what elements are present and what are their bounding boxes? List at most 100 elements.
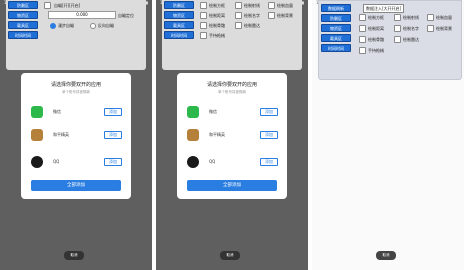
option-label: 绘制血量 bbox=[436, 15, 452, 20]
battery-icon: ▮ bbox=[301, 0, 304, 5]
app-name: 和平精英 bbox=[53, 132, 69, 137]
option-label: 绘制雷达 bbox=[244, 23, 260, 28]
checkbox[interactable] bbox=[359, 47, 366, 54]
dialog-subtitle: 单个账号将被隔离 bbox=[62, 90, 90, 94]
option-label: 手持枪械 bbox=[209, 33, 225, 38]
mod-menu-panel: 防删区 物资区 载具区 时间时间 绘制方框 绘制射线 绘制血量 绘制距离 绘制名… bbox=[162, 0, 302, 70]
wechat-icon bbox=[31, 106, 43, 118]
phone-screen-1: 1:42▾▮ 防删区 物资区 载具区 时间时间 自瞄[开][开启] 0.000 … bbox=[0, 0, 152, 270]
option-label: 数据注入[大开开启] bbox=[363, 4, 405, 13]
checkbox[interactable] bbox=[427, 14, 434, 21]
dialog-title: 请选择你要双开的应用 bbox=[50, 82, 101, 88]
dual-app-dialog: 请选择你要双开的应用 单个账号将被隔离 微信 添加 和平精英 添加 QQ 添加 全部添… bbox=[21, 73, 131, 199]
value-input[interactable]: 0.000 bbox=[48, 11, 116, 19]
option-label: 手持枪械 bbox=[368, 48, 384, 53]
option-label: 自瞄[开][开启] bbox=[54, 3, 81, 8]
checkbox[interactable] bbox=[427, 25, 434, 32]
menu-btn-vehicle[interactable]: 载具区 bbox=[8, 21, 38, 29]
option-label: 绘制血量 bbox=[277, 3, 293, 8]
radio-label: 漫步自瞄 bbox=[58, 23, 74, 28]
option-label: 绘制雷达 bbox=[403, 37, 419, 42]
menu-btn-weapon[interactable]: 物资区 bbox=[321, 24, 351, 32]
checkbox[interactable] bbox=[359, 25, 366, 32]
mod-menu-panel: 数据刷新 防删区 物资区 载具区 时间时间 数据注入[大开开启] 绘制方框 绘制… bbox=[318, 0, 462, 80]
checkbox[interactable] bbox=[200, 2, 207, 9]
menu-btn-vehicle[interactable]: 载具区 bbox=[164, 21, 194, 29]
menu-btn-refresh[interactable]: 数据刷新 bbox=[321, 4, 351, 12]
wechat-icon bbox=[187, 106, 199, 118]
option-label: 绘制射线 bbox=[244, 3, 260, 8]
menu-btn-clock[interactable]: 时间时间 bbox=[321, 44, 351, 52]
pubg-icon bbox=[187, 129, 199, 141]
cancel-button[interactable]: 取消 bbox=[64, 251, 84, 260]
checkbox[interactable] bbox=[268, 12, 275, 19]
checkbox[interactable] bbox=[235, 12, 242, 19]
app-row: QQ 添加 bbox=[185, 156, 279, 170]
dual-app-dialog: 请选择你要双开的应用 单个账号将被隔离 微信 添加 和平精英 添加 QQ 添加 全部添… bbox=[177, 73, 287, 199]
add-button[interactable]: 添加 bbox=[260, 131, 278, 139]
qq-icon bbox=[31, 156, 43, 168]
add-button[interactable]: 添加 bbox=[104, 108, 122, 116]
checkbox[interactable] bbox=[200, 12, 207, 19]
menu-btn-antiban[interactable]: 防删区 bbox=[8, 1, 38, 9]
add-button[interactable]: 添加 bbox=[260, 108, 278, 116]
option-label: 绘制骨骼 bbox=[368, 37, 384, 42]
menu-btn-clock[interactable]: 时间时间 bbox=[8, 31, 38, 39]
add-button[interactable]: 添加 bbox=[104, 131, 122, 139]
add-button[interactable]: 添加 bbox=[104, 158, 122, 166]
pubg-icon bbox=[31, 129, 43, 141]
phone-screen-2: 1:42▾▮ 防删区 物资区 载具区 时间时间 绘制方框 绘制射线 绘制血量 绘… bbox=[156, 0, 308, 270]
app-row: 微信 添加 bbox=[29, 106, 123, 120]
cancel-button[interactable]: 取消 bbox=[376, 251, 396, 260]
menu-btn-antiban[interactable]: 防删区 bbox=[321, 14, 351, 22]
checkbox[interactable] bbox=[359, 36, 366, 43]
menu-btn-vehicle[interactable]: 载具区 bbox=[321, 34, 351, 42]
checkbox[interactable] bbox=[235, 2, 242, 9]
add-all-button[interactable]: 全部添加 bbox=[187, 180, 277, 191]
checkbox[interactable] bbox=[235, 22, 242, 29]
cancel-button[interactable]: 取消 bbox=[220, 251, 240, 260]
dialog-subtitle: 单个账号将被隔离 bbox=[218, 90, 246, 94]
menu-btn-clock[interactable]: 时间时间 bbox=[164, 31, 194, 39]
option-label: 绘制方框 bbox=[368, 15, 384, 20]
app-row: QQ 添加 bbox=[29, 156, 123, 170]
radio-on[interactable] bbox=[50, 23, 56, 29]
option-label: 绘制名字 bbox=[244, 13, 260, 18]
option-label: 绘制背景 bbox=[277, 13, 293, 18]
mod-menu-panel: 防删区 物资区 载具区 时间时间 自瞄[开][开启] 0.000 自瞄定位 漫步… bbox=[6, 0, 146, 70]
qq-icon bbox=[187, 156, 199, 168]
dialog-title: 请选择你要双开的应用 bbox=[206, 82, 257, 88]
add-all-button[interactable]: 全部添加 bbox=[31, 180, 121, 191]
app-name: QQ bbox=[53, 159, 60, 164]
checkbox[interactable] bbox=[200, 32, 207, 39]
checkbox[interactable] bbox=[200, 22, 207, 29]
phone-screen-3: 1:42▾▮ 数据刷新 防删区 物资区 载具区 时间时间 数据注入[大开开启] … bbox=[312, 0, 464, 270]
option-label: 绘制距离 bbox=[209, 13, 225, 18]
option-label: 绘制射线 bbox=[403, 15, 419, 20]
battery-icon: ▮ bbox=[145, 0, 148, 5]
app-row: 和平精英 添加 bbox=[29, 129, 123, 143]
option-label: 绘制骨骼 bbox=[209, 23, 225, 28]
app-name: QQ bbox=[209, 159, 216, 164]
app-name: 微信 bbox=[209, 109, 217, 114]
checkbox[interactable] bbox=[268, 2, 275, 9]
checkbox[interactable] bbox=[394, 25, 401, 32]
checkbox[interactable] bbox=[394, 14, 401, 21]
option-label: 绘制背景 bbox=[436, 26, 452, 31]
radio-label: 反向自瞄 bbox=[98, 23, 114, 28]
app-name: 和平精英 bbox=[209, 132, 225, 137]
option-label: 自瞄定位 bbox=[118, 13, 134, 18]
option-label: 绘制名字 bbox=[403, 26, 419, 31]
app-name: 微信 bbox=[53, 109, 61, 114]
menu-btn-antiban[interactable]: 防删区 bbox=[164, 1, 194, 9]
menu-btn-weapon[interactable]: 物资区 bbox=[164, 11, 194, 19]
option-label: 绘制方框 bbox=[209, 3, 225, 8]
radio-off[interactable] bbox=[90, 23, 96, 29]
add-button[interactable]: 添加 bbox=[260, 158, 278, 166]
option-label: 绘制距离 bbox=[368, 26, 384, 31]
checkbox[interactable] bbox=[44, 2, 51, 9]
checkbox[interactable] bbox=[394, 36, 401, 43]
menu-btn-weapon[interactable]: 物资区 bbox=[8, 11, 38, 19]
app-row: 微信 添加 bbox=[185, 106, 279, 120]
checkbox[interactable] bbox=[359, 14, 366, 21]
